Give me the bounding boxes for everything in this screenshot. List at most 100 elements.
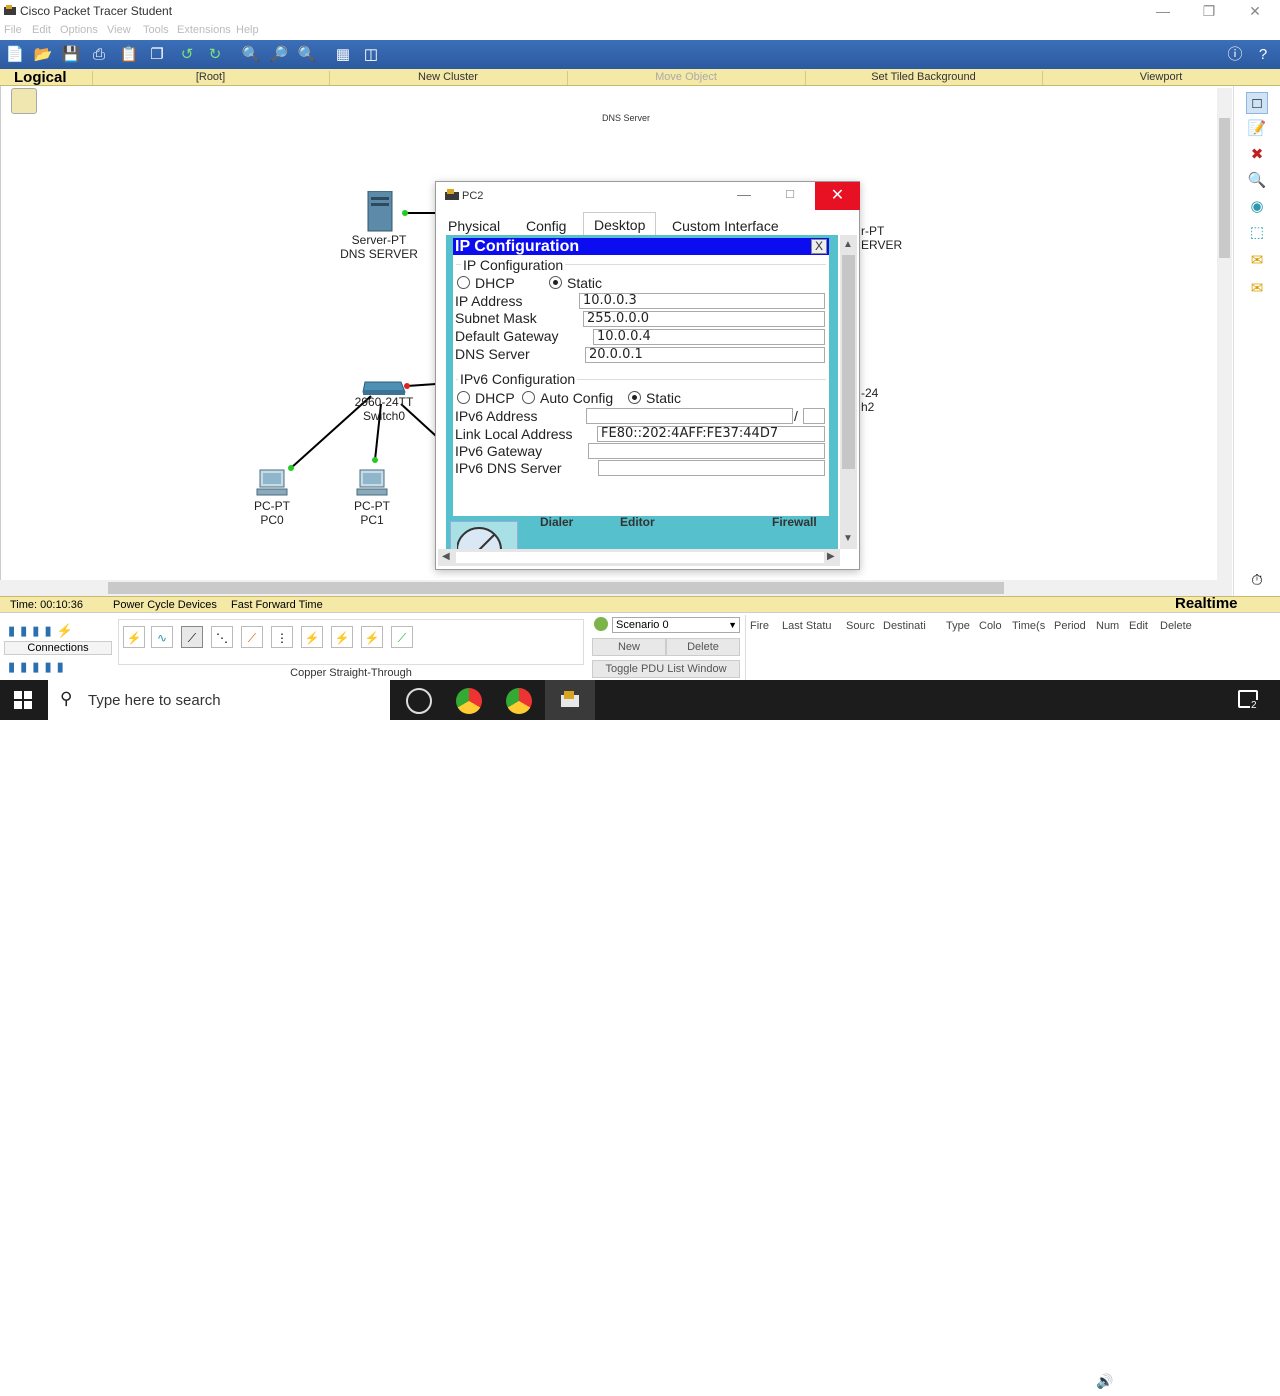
toggle-pdu-list-button[interactable]: Toggle PDU List Window (592, 660, 740, 678)
workspace-horizontal-scrollbar[interactable] (0, 580, 1232, 596)
resize-shape-tool-icon[interactable]: ⬚ (1246, 222, 1268, 244)
dialog-maximize-button[interactable]: □ (778, 186, 802, 206)
scroll-left-icon[interactable]: ◀ (442, 551, 450, 562)
clock-date[interactable]: 19-05-2023 (1158, 1382, 1219, 1396)
ipv6-address-field[interactable] (586, 408, 793, 424)
ipv6-dhcp-radio[interactable] (457, 391, 470, 404)
phone-cable-icon[interactable]: ⋮ (271, 626, 293, 648)
custom-device-icon[interactable]: ◫ (360, 44, 382, 66)
ip-address-field[interactable]: 10.0.0.3 (579, 293, 825, 309)
inspect-tool-icon[interactable]: 🔍 (1246, 170, 1268, 192)
clock-time[interactable]: 09:19 (1172, 1364, 1202, 1378)
save-icon[interactable]: 💾 (60, 44, 82, 66)
serial-dte-icon[interactable]: ⚡ (361, 626, 383, 648)
windows-start-icon[interactable] (14, 691, 32, 709)
ipv6-gateway-field[interactable] (588, 443, 825, 459)
dialog-vscroll-thumb[interactable] (842, 255, 855, 469)
add-simple-pdu-icon[interactable]: ✉ (1246, 250, 1268, 272)
server-device-icon[interactable] (365, 191, 395, 233)
menu-edit[interactable]: Edit (32, 24, 51, 36)
ipv6-firewall-app-label[interactable]: Firewall (772, 515, 817, 529)
language-indicator[interactable]: ENG (1121, 1374, 1147, 1388)
ipv6-auto-config-radio[interactable] (522, 391, 535, 404)
copy-icon[interactable]: ❐ (146, 44, 168, 66)
zoom-in-icon[interactable]: 🔍 (240, 44, 262, 66)
close-window-button[interactable]: ✕ (1232, 0, 1278, 22)
default-gateway-field[interactable]: 10.0.0.4 (593, 329, 825, 345)
scroll-down-icon[interactable]: ▼ (843, 533, 853, 544)
chrome-icon[interactable] (456, 688, 482, 714)
delete-scenario-button[interactable]: Delete (666, 638, 740, 656)
auto-connection-icon[interactable]: ⚡ (123, 626, 145, 648)
redo-icon[interactable]: ↻ (204, 44, 226, 66)
fiber-icon[interactable]: ⟋ (241, 626, 263, 648)
tab-physical[interactable]: Physical (438, 216, 510, 236)
power-cycle-devices-button[interactable]: Power Cycle Devices (113, 599, 217, 611)
new-scenario-button[interactable]: New (592, 638, 666, 656)
editor-app-label[interactable]: Editor (620, 515, 655, 529)
device-category-icons[interactable]: ▮▮▮▮⚡ (8, 623, 112, 639)
tab-desktop[interactable]: Desktop (583, 212, 657, 236)
serial-dce-icon[interactable]: ⚡ (331, 626, 353, 648)
realtime-mode-label[interactable]: Realtime (1175, 595, 1238, 612)
zoom-reset-icon[interactable]: 🔎 (268, 44, 290, 66)
menu-view[interactable]: View (107, 24, 131, 36)
add-complex-pdu-icon[interactable]: ✉ (1246, 278, 1268, 300)
ip-configuration-close-button[interactable]: X (811, 239, 827, 254)
dialog-hscroll-thumb[interactable] (456, 552, 824, 563)
ipv6-prefix-length-field[interactable] (803, 408, 825, 424)
realtime-mode-icon[interactable]: ⏱ (1246, 570, 1268, 592)
viewport-button[interactable]: Viewport (1042, 71, 1279, 85)
chrome-profile-icon[interactable] (506, 688, 532, 714)
root-button[interactable]: [Root] (92, 71, 328, 85)
link-local-address-field[interactable]: FE80::202:4AFF:FE37:44D7 (597, 426, 825, 442)
undo-icon[interactable]: ↺ (176, 44, 198, 66)
pc0-device-icon[interactable] (256, 468, 288, 498)
new-file-icon[interactable]: 📄 (4, 44, 26, 66)
scroll-right-icon[interactable]: ▶ (827, 551, 835, 562)
open-folder-icon[interactable]: 📂 (32, 44, 54, 66)
fast-forward-time-button[interactable]: Fast Forward Time (231, 599, 323, 611)
microphone-icon[interactable]: 🎙 (1048, 1373, 1066, 1390)
pc1-device-icon[interactable] (356, 468, 388, 498)
help-icon[interactable]: ? (1252, 44, 1274, 66)
draw-shape-tool-icon[interactable]: ◉ (1246, 196, 1268, 218)
speaker-icon[interactable]: 🔊 (1096, 1373, 1113, 1390)
octal-cable-icon[interactable]: ⟋ (391, 626, 413, 648)
scroll-up-icon[interactable]: ▲ (843, 239, 853, 250)
tab-config[interactable]: Config (516, 216, 576, 236)
tray-chevron-up-icon[interactable]: ⌃ (1024, 1370, 1036, 1387)
menu-extensions[interactable]: Extensions (177, 24, 231, 36)
zoom-out-icon[interactable]: 🔍 (296, 44, 318, 66)
note-tool-icon[interactable]: 📝 (1246, 118, 1268, 140)
device-subcategory-icons[interactable]: ▮▮▮▮▮ (8, 659, 112, 675)
coaxial-icon[interactable]: ⚡ (301, 626, 323, 648)
ipv4-static-radio[interactable] (549, 276, 562, 289)
dns-server-field[interactable]: 20.0.0.1 (585, 347, 825, 363)
horizontal-scroll-thumb[interactable] (108, 582, 1004, 594)
dialog-close-button[interactable]: ✕ (815, 182, 860, 210)
packet-tracer-taskbar-icon[interactable] (545, 680, 595, 720)
copper-straight-through-icon[interactable]: ⟋ (181, 626, 203, 648)
wifi-icon[interactable]: ≈ (1072, 1373, 1080, 1389)
select-tool-icon[interactable]: □ (1246, 92, 1268, 114)
dialer-app-label[interactable]: Dialer (540, 515, 573, 529)
scenario-select[interactable]: Scenario 0 ▼ (612, 617, 740, 633)
vertical-scroll-thumb[interactable] (1219, 118, 1230, 258)
print-icon[interactable]: ⎙ (88, 44, 110, 66)
new-cluster-button[interactable]: New Cluster (329, 71, 566, 85)
dialog-minimize-button[interactable]: — (732, 186, 756, 206)
menu-tools[interactable]: Tools (143, 24, 169, 36)
set-tiled-background-button[interactable]: Set Tiled Background (805, 71, 1041, 85)
tab-custom-interface[interactable]: Custom Interface (662, 216, 789, 236)
email-app-icon[interactable] (450, 521, 518, 554)
logical-mode-label[interactable]: Logical (14, 69, 67, 86)
menu-options[interactable]: Options (60, 24, 98, 36)
ipv6-dns-server-field[interactable] (598, 460, 825, 476)
ipv4-dhcp-radio[interactable] (457, 276, 470, 289)
activity-wizard-icon[interactable]: 📋 (118, 44, 140, 66)
maximize-button[interactable]: ❐ (1186, 0, 1232, 22)
info-icon[interactable]: ⓘ (1224, 44, 1246, 66)
menu-file[interactable]: File (4, 24, 22, 36)
console-cable-icon[interactable]: ∿ (151, 626, 173, 648)
